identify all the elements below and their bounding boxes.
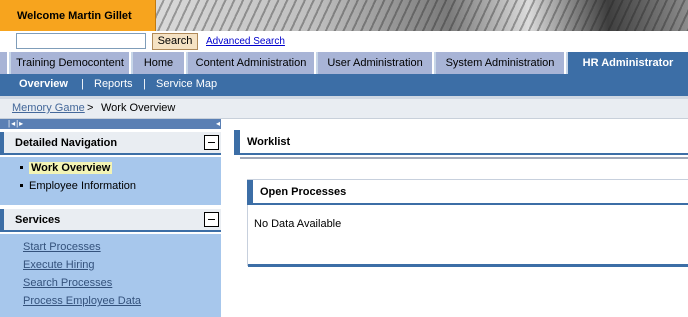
tab-content-administration[interactable]: Content Administration [188,52,316,74]
worklist-title: Worklist [247,136,291,148]
open-processes-bottom-border [248,264,688,267]
search-input[interactable] [16,33,146,49]
detailed-navigation-body: Work Overview Employee Information [0,157,221,205]
tab-system-administration[interactable]: System Administration [436,52,566,74]
tab-home[interactable]: Home [133,52,186,74]
open-processes-box: Open Processes No Data Available [247,179,688,267]
bullet-icon [20,183,23,187]
bullet-icon [20,165,23,169]
service-link-start-processes[interactable]: Start Processes [23,241,101,253]
tab-hr-administrator[interactable]: HR Administrator [568,52,688,74]
left-navigation: |◂|▸ ◂ Detailed Navigation Work Overview… [0,119,221,317]
services-title: Services [15,214,61,226]
services-header: Services [0,209,221,232]
content-area: Worklist Open Processes No Data Availabl… [221,119,688,317]
panel-collapse-icon[interactable] [204,212,219,227]
open-processes-title: Open Processes [260,186,347,198]
open-processes-empty-text: No Data Available [254,218,342,230]
detailed-navigation-header: Detailed Navigation [0,132,221,155]
tab-training-democontent[interactable]: Training Democontent [11,52,131,74]
breadcrumb-link-memory-game[interactable]: Memory Game [12,102,85,114]
subnav-overview[interactable]: Overview [19,78,68,90]
portal-header: Welcome Martin Gillet Search Advanced Se… [0,0,688,51]
service-link-execute-hiring[interactable]: Execute Hiring [23,259,95,271]
tabs-lead [0,52,9,74]
subnav-service-map[interactable]: Service Map [156,78,217,90]
subnav-reports[interactable]: Reports [94,78,133,90]
tab-user-administration[interactable]: User Administration [318,52,434,74]
welcome-text: Welcome Martin Gillet [17,10,132,22]
top-level-navigation: Training Democontent Home Content Admini… [0,52,688,74]
search-button[interactable]: Search [152,33,198,50]
subnav-separator: | [143,78,146,90]
nav-item-label: Employee Information [29,180,136,192]
advanced-search-link[interactable]: Advanced Search [206,36,285,47]
search-bar: Search Advanced Search [0,32,688,51]
service-link-process-employee-data[interactable]: Process Employee Data [23,295,141,307]
detailed-navigation-title: Detailed Navigation [15,137,118,149]
nav-item-work-overview[interactable]: Work Overview [20,162,113,174]
breadcrumb-separator: > [87,102,94,114]
header-banner-image [156,0,688,31]
collapse-left-icon[interactable]: |◂|▸ [8,119,24,129]
subnav-separator: | [81,78,84,90]
second-level-navigation: Overview | Reports | Service Map [0,74,688,96]
breadcrumb: Memory Game > Work Overview [0,99,688,119]
breadcrumb-current: Work Overview [101,102,176,114]
expand-right-icon[interactable]: ◂ [216,119,220,129]
welcome-area: Welcome Martin Gillet [0,0,156,31]
open-processes-header: Open Processes [247,180,688,205]
services-body: Start Processes Execute Hiring Search Pr… [0,234,221,317]
navigation-collapse-bar: |◂|▸ ◂ [0,119,221,129]
worklist-divider [240,157,688,159]
nav-item-employee-information[interactable]: Employee Information [20,180,136,192]
service-link-search-processes[interactable]: Search Processes [23,277,112,289]
panel-collapse-icon[interactable] [204,135,219,150]
worklist-header: Worklist [234,130,688,155]
nav-item-label: Work Overview [29,162,113,174]
